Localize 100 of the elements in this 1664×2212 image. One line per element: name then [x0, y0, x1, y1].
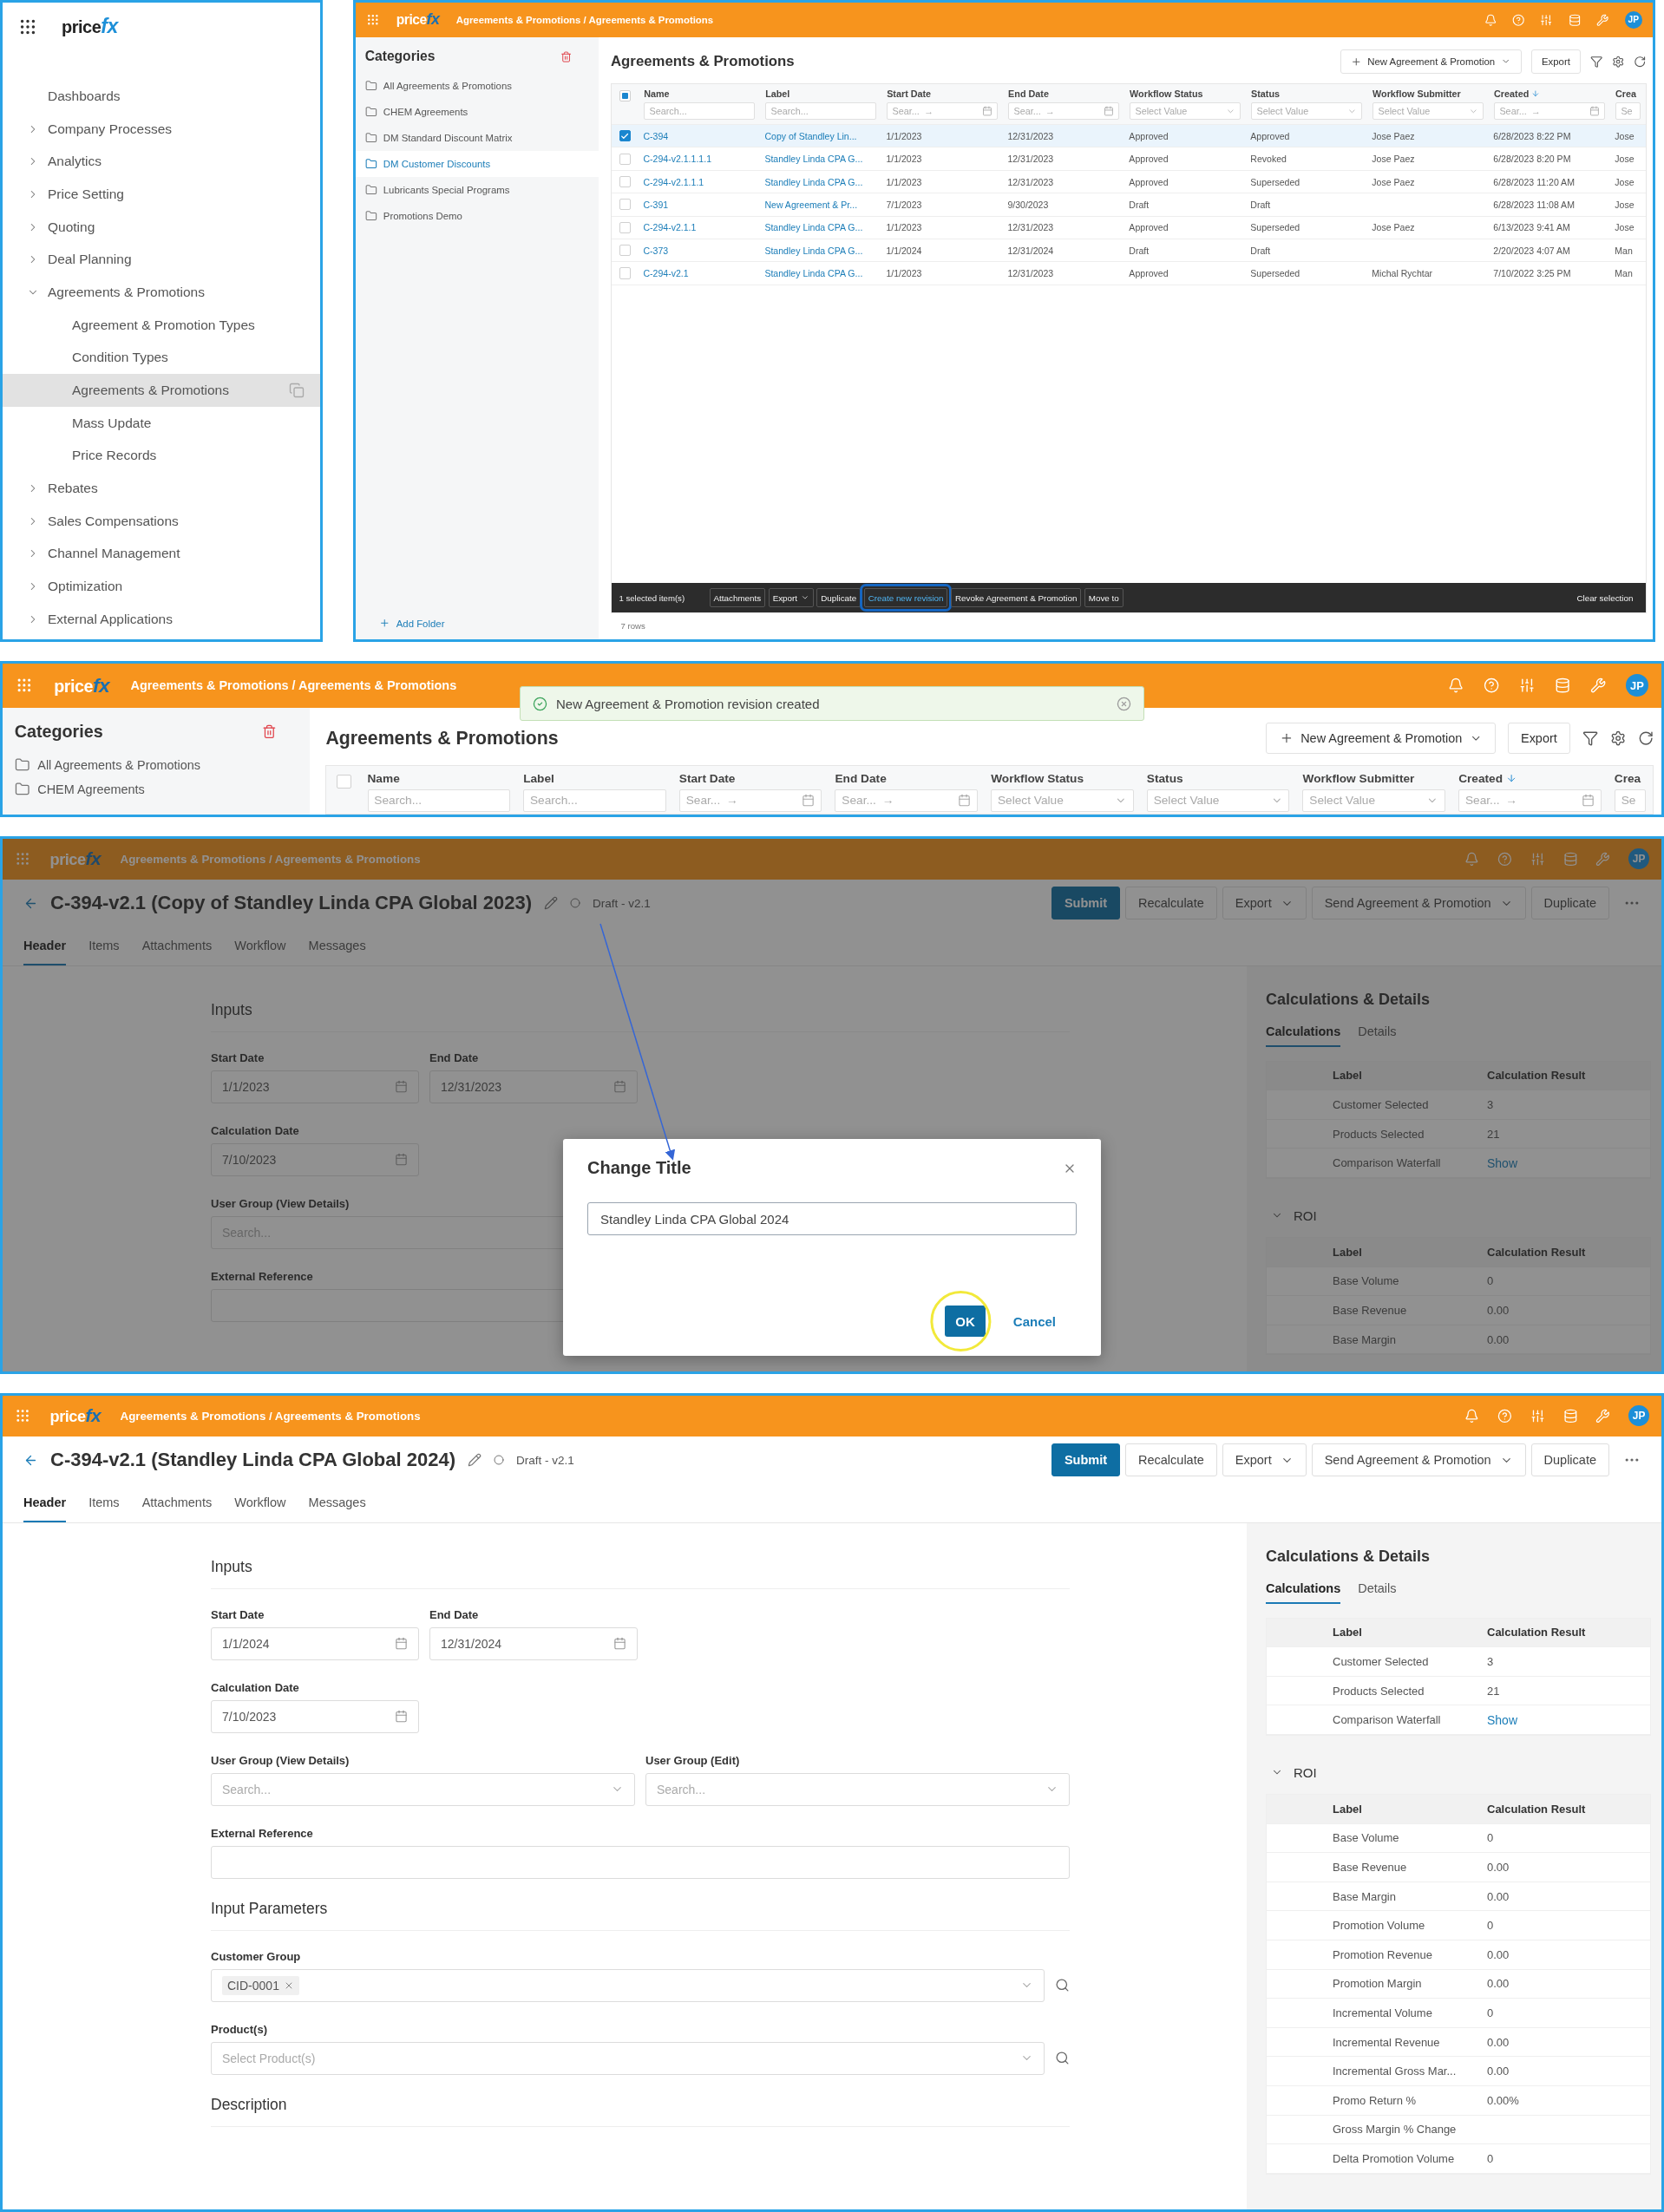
cancel-button[interactable]: Cancel — [1007, 1312, 1061, 1330]
nav-item[interactable]: Agreement & Promotion Types — [3, 308, 320, 342]
user-avatar[interactable]: JP — [1626, 674, 1648, 697]
tab[interactable]: Items — [88, 1483, 120, 1522]
sliders-icon[interactable] — [1540, 13, 1553, 27]
nav-item[interactable]: Deal Planning — [3, 243, 320, 277]
filter-icon[interactable] — [1590, 55, 1603, 69]
clear-selection-button[interactable]: Clear selection — [1571, 592, 1639, 604]
date-field[interactable]: 12/31/2023 — [429, 1070, 638, 1103]
trash-icon[interactable] — [560, 50, 573, 62]
toolbar-button[interactable]: Attachments — [709, 588, 766, 607]
category-item[interactable]: CHEM Agreements — [3, 776, 311, 802]
select-all-checkbox[interactable] — [619, 89, 632, 102]
user-avatar[interactable]: JP — [1624, 10, 1642, 29]
edit-icon[interactable] — [544, 896, 559, 911]
record-link[interactable]: Standley Linda CPA G... — [760, 245, 882, 256]
category-item[interactable]: All Agreements & Promotions — [356, 72, 599, 99]
column-header[interactable]: Status — [1251, 88, 1363, 99]
wrench-icon[interactable] — [1595, 851, 1611, 867]
select-all-checkbox[interactable] — [336, 774, 351, 789]
nav-item[interactable]: Rebates — [3, 472, 320, 505]
category-item[interactable]: All Agreements & Promotions — [3, 752, 311, 777]
sliders-icon[interactable] — [1530, 851, 1545, 867]
column-header[interactable]: Name — [644, 88, 756, 99]
bell-icon[interactable] — [1484, 13, 1497, 27]
nav-item[interactable]: Dashboards — [3, 80, 320, 113]
new-button[interactable]: New Agreement & Promotion — [1340, 49, 1522, 75]
column-header[interactable]: Created — [1458, 771, 1602, 785]
database-icon[interactable] — [1568, 13, 1582, 27]
search-icon[interactable] — [1055, 2051, 1070, 2066]
record-link[interactable]: C-391 — [639, 199, 761, 210]
nav-item[interactable]: Mass Update — [3, 406, 320, 440]
date-field[interactable]: 1/1/2024 — [211, 1626, 419, 1660]
nav-item[interactable]: Agreements & Promotions — [3, 374, 320, 407]
record-link[interactable]: Standley Linda CPA G... — [760, 154, 882, 165]
record-link[interactable]: C-373 — [639, 245, 761, 256]
tab[interactable]: Messages — [308, 1483, 366, 1522]
refresh-icon[interactable] — [1637, 730, 1654, 747]
tab[interactable]: Messages — [308, 926, 366, 965]
record-link[interactable]: C-294-v2.1 — [639, 268, 761, 279]
edit-icon[interactable] — [468, 1453, 482, 1468]
nav-item[interactable]: Channel Management — [3, 537, 320, 571]
nav-item[interactable]: Agreements & Promotions — [3, 276, 320, 309]
bell-icon[interactable] — [1447, 677, 1464, 694]
date-field[interactable]: 7/10/2023 — [211, 1142, 419, 1176]
nav-item[interactable]: Price Records — [3, 439, 320, 473]
row-checkbox[interactable] — [619, 130, 632, 142]
record-link[interactable]: C-394 — [639, 130, 761, 141]
tab[interactable]: Details — [1358, 1574, 1397, 1604]
help-icon[interactable] — [1512, 13, 1525, 27]
nav-item[interactable]: Sales Compensations — [3, 504, 320, 538]
help-icon[interactable] — [1483, 677, 1500, 694]
ok-button[interactable]: OK — [945, 1306, 986, 1337]
category-item[interactable]: DM Standard Discount Matrix — [356, 124, 599, 151]
action-button[interactable]: Recalculate — [1125, 1443, 1217, 1477]
record-link[interactable]: Copy of Standley Lin... — [760, 130, 882, 141]
section-toggle[interactable]: ROI — [1271, 1208, 1317, 1223]
export-button[interactable]: Export — [1507, 723, 1571, 755]
refresh-icon[interactable] — [1634, 55, 1647, 69]
settings-icon[interactable] — [1612, 55, 1625, 69]
record-link[interactable]: Standley Linda CPA G... — [760, 222, 882, 233]
nav-item[interactable]: Quoting — [3, 210, 320, 244]
wrench-icon[interactable] — [1596, 13, 1609, 27]
column-header[interactable]: Crea — [1615, 88, 1641, 99]
date-field[interactable]: 7/10/2023 — [211, 1699, 419, 1733]
nav-item[interactable]: Company Processes — [3, 112, 320, 146]
open-in-window-icon[interactable] — [289, 383, 305, 399]
action-button[interactable]: Duplicate — [1530, 887, 1609, 920]
nav-item[interactable]: Optimization — [3, 570, 320, 603]
action-button[interactable]: Recalculate — [1125, 887, 1217, 920]
text-field[interactable] — [211, 1845, 1070, 1879]
dropdown-button[interactable]: Send Agreement & Promotion — [1311, 1443, 1526, 1477]
dropdown-button[interactable]: Export — [1222, 887, 1307, 920]
record-link[interactable]: Standley Linda CPA G... — [760, 176, 882, 187]
column-header[interactable]: Crea — [1614, 771, 1647, 785]
primary-button[interactable]: Submit — [1051, 1443, 1120, 1477]
record-link[interactable]: C-294-v2.1.1.1 — [639, 176, 761, 187]
nav-item[interactable]: Price Setting — [3, 178, 320, 211]
add-folder-button[interactable]: Add Folder — [356, 618, 599, 629]
column-header[interactable]: End Date — [1008, 88, 1120, 99]
search-icon[interactable] — [1055, 1978, 1070, 1993]
tab[interactable]: Attachments — [141, 926, 213, 965]
section-toggle[interactable]: ROI — [1271, 1765, 1317, 1780]
database-icon[interactable] — [1562, 851, 1578, 867]
bell-icon[interactable] — [1464, 851, 1479, 867]
show-link[interactable]: Show — [1487, 1712, 1650, 1727]
tab[interactable]: Header — [23, 1483, 67, 1522]
database-icon[interactable] — [1554, 677, 1571, 694]
date-field[interactable]: 1/1/2023 — [211, 1070, 419, 1103]
trash-icon[interactable] — [262, 724, 278, 740]
toolbar-button[interactable]: Move to — [1084, 588, 1124, 607]
column-header[interactable]: Workflow Submitter — [1372, 88, 1484, 99]
category-item[interactable]: CHEM Agreements — [356, 98, 599, 125]
record-link[interactable]: C-294-v2.1.1.1.1 — [639, 154, 761, 165]
column-header[interactable]: End Date — [835, 771, 978, 785]
column-header[interactable]: Label — [523, 771, 666, 785]
record-link[interactable]: New Agreement & Pr... — [760, 199, 882, 210]
sliders-icon[interactable] — [1518, 677, 1536, 694]
column-header[interactable]: Status — [1146, 771, 1290, 785]
record-link[interactable]: Standley Linda CPA G... — [760, 268, 882, 279]
